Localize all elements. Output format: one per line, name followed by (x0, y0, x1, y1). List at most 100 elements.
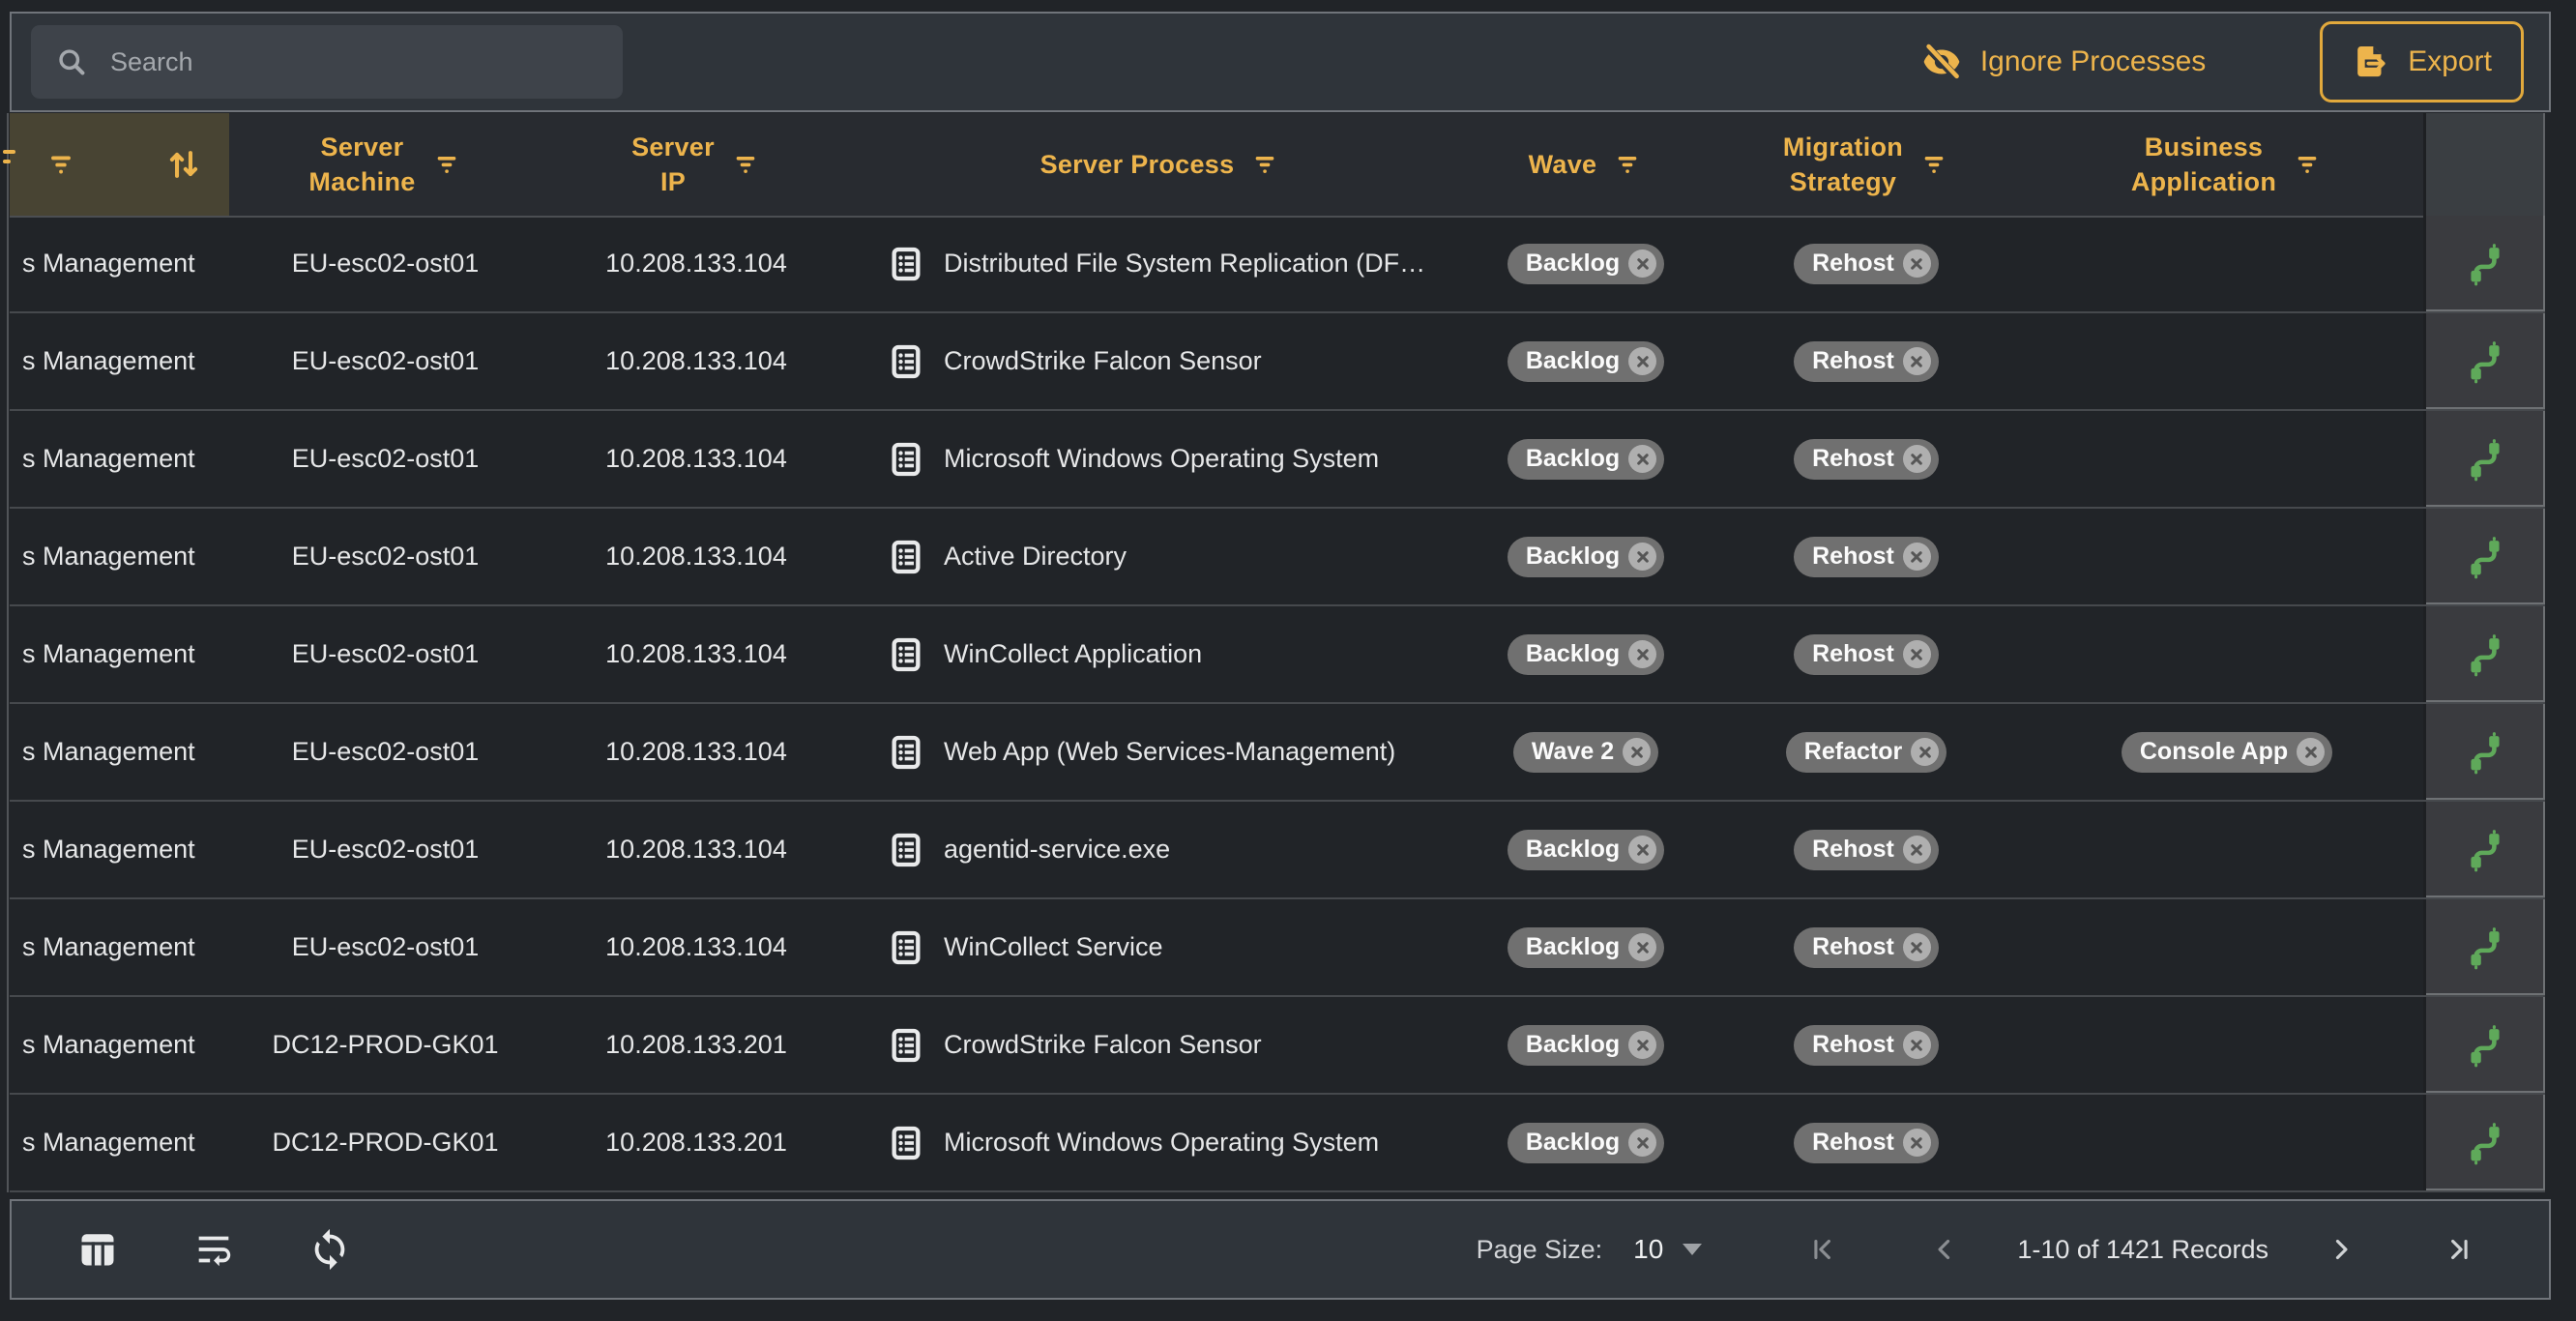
chip-remove-icon[interactable] (1903, 250, 1931, 278)
header-cell-clipped-column[interactable] (10, 113, 229, 216)
migration-strategy-chip[interactable]: Rehost (1794, 439, 1939, 480)
header-cell-migration-strategy[interactable]: MigrationStrategy (1702, 113, 2031, 216)
dependencies-cell[interactable] (2423, 411, 2545, 507)
migration-strategy-chip[interactable]: Rehost (1794, 634, 1939, 675)
migration-strategy-chip[interactable]: Rehost (1794, 927, 1939, 968)
header-cell-wave[interactable]: Wave (1470, 113, 1702, 216)
table-row[interactable]: s Management EU-esc02-ost01 10.208.133.1… (10, 704, 2545, 802)
wave-chip[interactable]: Backlog (1508, 830, 1664, 870)
chip-remove-icon[interactable] (1903, 543, 1931, 571)
chip-remove-icon[interactable] (1628, 933, 1656, 961)
chip-label: Backlog (1526, 1129, 1620, 1157)
header-cell-server-process[interactable]: Server Process (851, 113, 1470, 216)
migration-strategy-chip[interactable]: Rehost (1794, 1123, 1939, 1163)
prev-page-button[interactable] (1928, 1233, 1961, 1266)
dependencies-cell[interactable] (2423, 216, 2545, 311)
chip-label: Wave 2 (1532, 738, 1614, 766)
table-row[interactable]: s Management EU-esc02-ost01 10.208.133.1… (10, 216, 2545, 313)
chip-remove-icon[interactable] (1903, 836, 1931, 864)
server-machine-cell: EU-esc02-ost01 (229, 313, 542, 409)
dependencies-cell[interactable] (2423, 313, 2545, 409)
table-row[interactable]: s Management EU-esc02-ost01 10.208.133.1… (10, 606, 2545, 704)
footer-toolbar: Page Size: 10 1-10 of 1421 Records (10, 1199, 2551, 1300)
chip-label: Rehost (1812, 445, 1894, 473)
chip-remove-icon[interactable] (1628, 250, 1656, 278)
refresh-icon[interactable] (307, 1227, 352, 1272)
dependencies-cell[interactable] (2423, 899, 2545, 995)
chip-remove-icon[interactable] (1903, 933, 1931, 961)
next-page-button[interactable] (2325, 1233, 2357, 1266)
table-row[interactable]: s Management EU-esc02-ost01 10.208.133.1… (10, 802, 2545, 899)
export-button[interactable]: Export (2320, 21, 2524, 103)
table-row[interactable]: s Management EU-esc02-ost01 10.208.133.1… (10, 411, 2545, 509)
chip-remove-icon[interactable] (1911, 738, 1939, 766)
last-page-button[interactable] (2443, 1233, 2475, 1266)
wave-chip[interactable]: Backlog (1508, 1123, 1664, 1163)
chip-remove-icon[interactable] (1903, 640, 1931, 668)
dependencies-cell[interactable] (2423, 997, 2545, 1093)
wave-chip[interactable]: Backlog (1508, 1025, 1664, 1066)
wave-chip[interactable]: Backlog (1508, 927, 1664, 968)
chip-remove-icon[interactable] (1903, 1031, 1931, 1059)
chip-remove-icon[interactable] (1628, 640, 1656, 668)
ignore-processes-button[interactable]: Ignore Processes (1920, 41, 2206, 83)
filter-icon[interactable] (1249, 149, 1280, 180)
table-row[interactable]: s Management DC12-PROD-GK01 10.208.133.2… (10, 1095, 2545, 1192)
migration-strategy-chip[interactable]: Rehost (1794, 830, 1939, 870)
search-box[interactable] (31, 25, 623, 99)
server-machine-cell: DC12-PROD-GK01 (229, 997, 542, 1093)
dependencies-cell[interactable] (2423, 802, 2545, 897)
filter-icon[interactable] (730, 149, 761, 180)
filter-icon[interactable] (2292, 149, 2323, 180)
first-page-button[interactable] (1806, 1233, 1839, 1266)
migration-strategy-chip[interactable]: Rehost (1794, 1025, 1939, 1066)
caret-down-icon[interactable] (1683, 1244, 1702, 1255)
migration-strategy-chip[interactable]: Rehost (1794, 537, 1939, 577)
migration-strategy-chip[interactable]: Refactor (1786, 732, 1947, 773)
filter-icon[interactable] (1612, 149, 1643, 180)
wave-chip[interactable]: Backlog (1508, 341, 1664, 382)
header-cell-business-application[interactable]: BusinessApplication (2031, 113, 2423, 216)
page-size-value[interactable]: 10 (1633, 1234, 1663, 1265)
chip-remove-icon[interactable] (1628, 347, 1656, 375)
wave-chip[interactable]: Backlog (1508, 439, 1664, 480)
migration-strategy-cell: Rehost (1702, 899, 2031, 995)
dependencies-cell[interactable] (2423, 1095, 2545, 1190)
chip-remove-icon[interactable] (1628, 1129, 1656, 1157)
dependencies-cell[interactable] (2423, 509, 2545, 604)
wave-chip[interactable]: Wave 2 (1513, 732, 1658, 773)
ignore-processes-label: Ignore Processes (1980, 45, 2206, 78)
chip-remove-icon[interactable] (1628, 543, 1656, 571)
chip-remove-icon[interactable] (1903, 1129, 1931, 1157)
search-input[interactable] (108, 46, 600, 78)
dependencies-cell[interactable] (2423, 606, 2545, 702)
chip-remove-icon[interactable] (1628, 1031, 1656, 1059)
cable-plugs-icon (2463, 242, 2507, 286)
migration-strategy-cell: Rehost (1702, 997, 2031, 1093)
filter-icon[interactable] (1918, 149, 1949, 180)
table-row[interactable]: s Management EU-esc02-ost01 10.208.133.1… (10, 313, 2545, 411)
migration-strategy-chip[interactable]: Rehost (1794, 341, 1939, 382)
wave-chip[interactable]: Backlog (1508, 244, 1664, 284)
header-cell-server-machine[interactable]: ServerMachine (229, 113, 542, 216)
chip-remove-icon[interactable] (1628, 836, 1656, 864)
table-row[interactable]: s Management EU-esc02-ost01 10.208.133.1… (10, 899, 2545, 997)
table-row[interactable]: s Management EU-esc02-ost01 10.208.133.1… (10, 509, 2545, 606)
table-row[interactable]: s Management DC12-PROD-GK01 10.208.133.2… (10, 997, 2545, 1095)
filter-icon[interactable] (44, 148, 77, 181)
migration-strategy-chip[interactable]: Rehost (1794, 244, 1939, 284)
chip-remove-icon[interactable] (1623, 738, 1651, 766)
header-cell-server-ip[interactable]: ServerIP (542, 113, 851, 216)
wrap-text-icon[interactable] (191, 1227, 236, 1272)
filter-icon[interactable] (431, 149, 462, 180)
chip-remove-icon[interactable] (2297, 738, 2325, 766)
columns-icon[interactable] (75, 1227, 120, 1272)
business-application-chip[interactable]: Console App (2122, 732, 2332, 773)
wave-chip[interactable]: Backlog (1508, 537, 1664, 577)
wave-chip[interactable]: Backlog (1508, 634, 1664, 675)
chip-remove-icon[interactable] (1903, 347, 1931, 375)
dependencies-cell[interactable] (2423, 704, 2545, 800)
chip-remove-icon[interactable] (1903, 445, 1931, 473)
chip-remove-icon[interactable] (1628, 445, 1656, 473)
sort-icon[interactable] (162, 143, 205, 186)
